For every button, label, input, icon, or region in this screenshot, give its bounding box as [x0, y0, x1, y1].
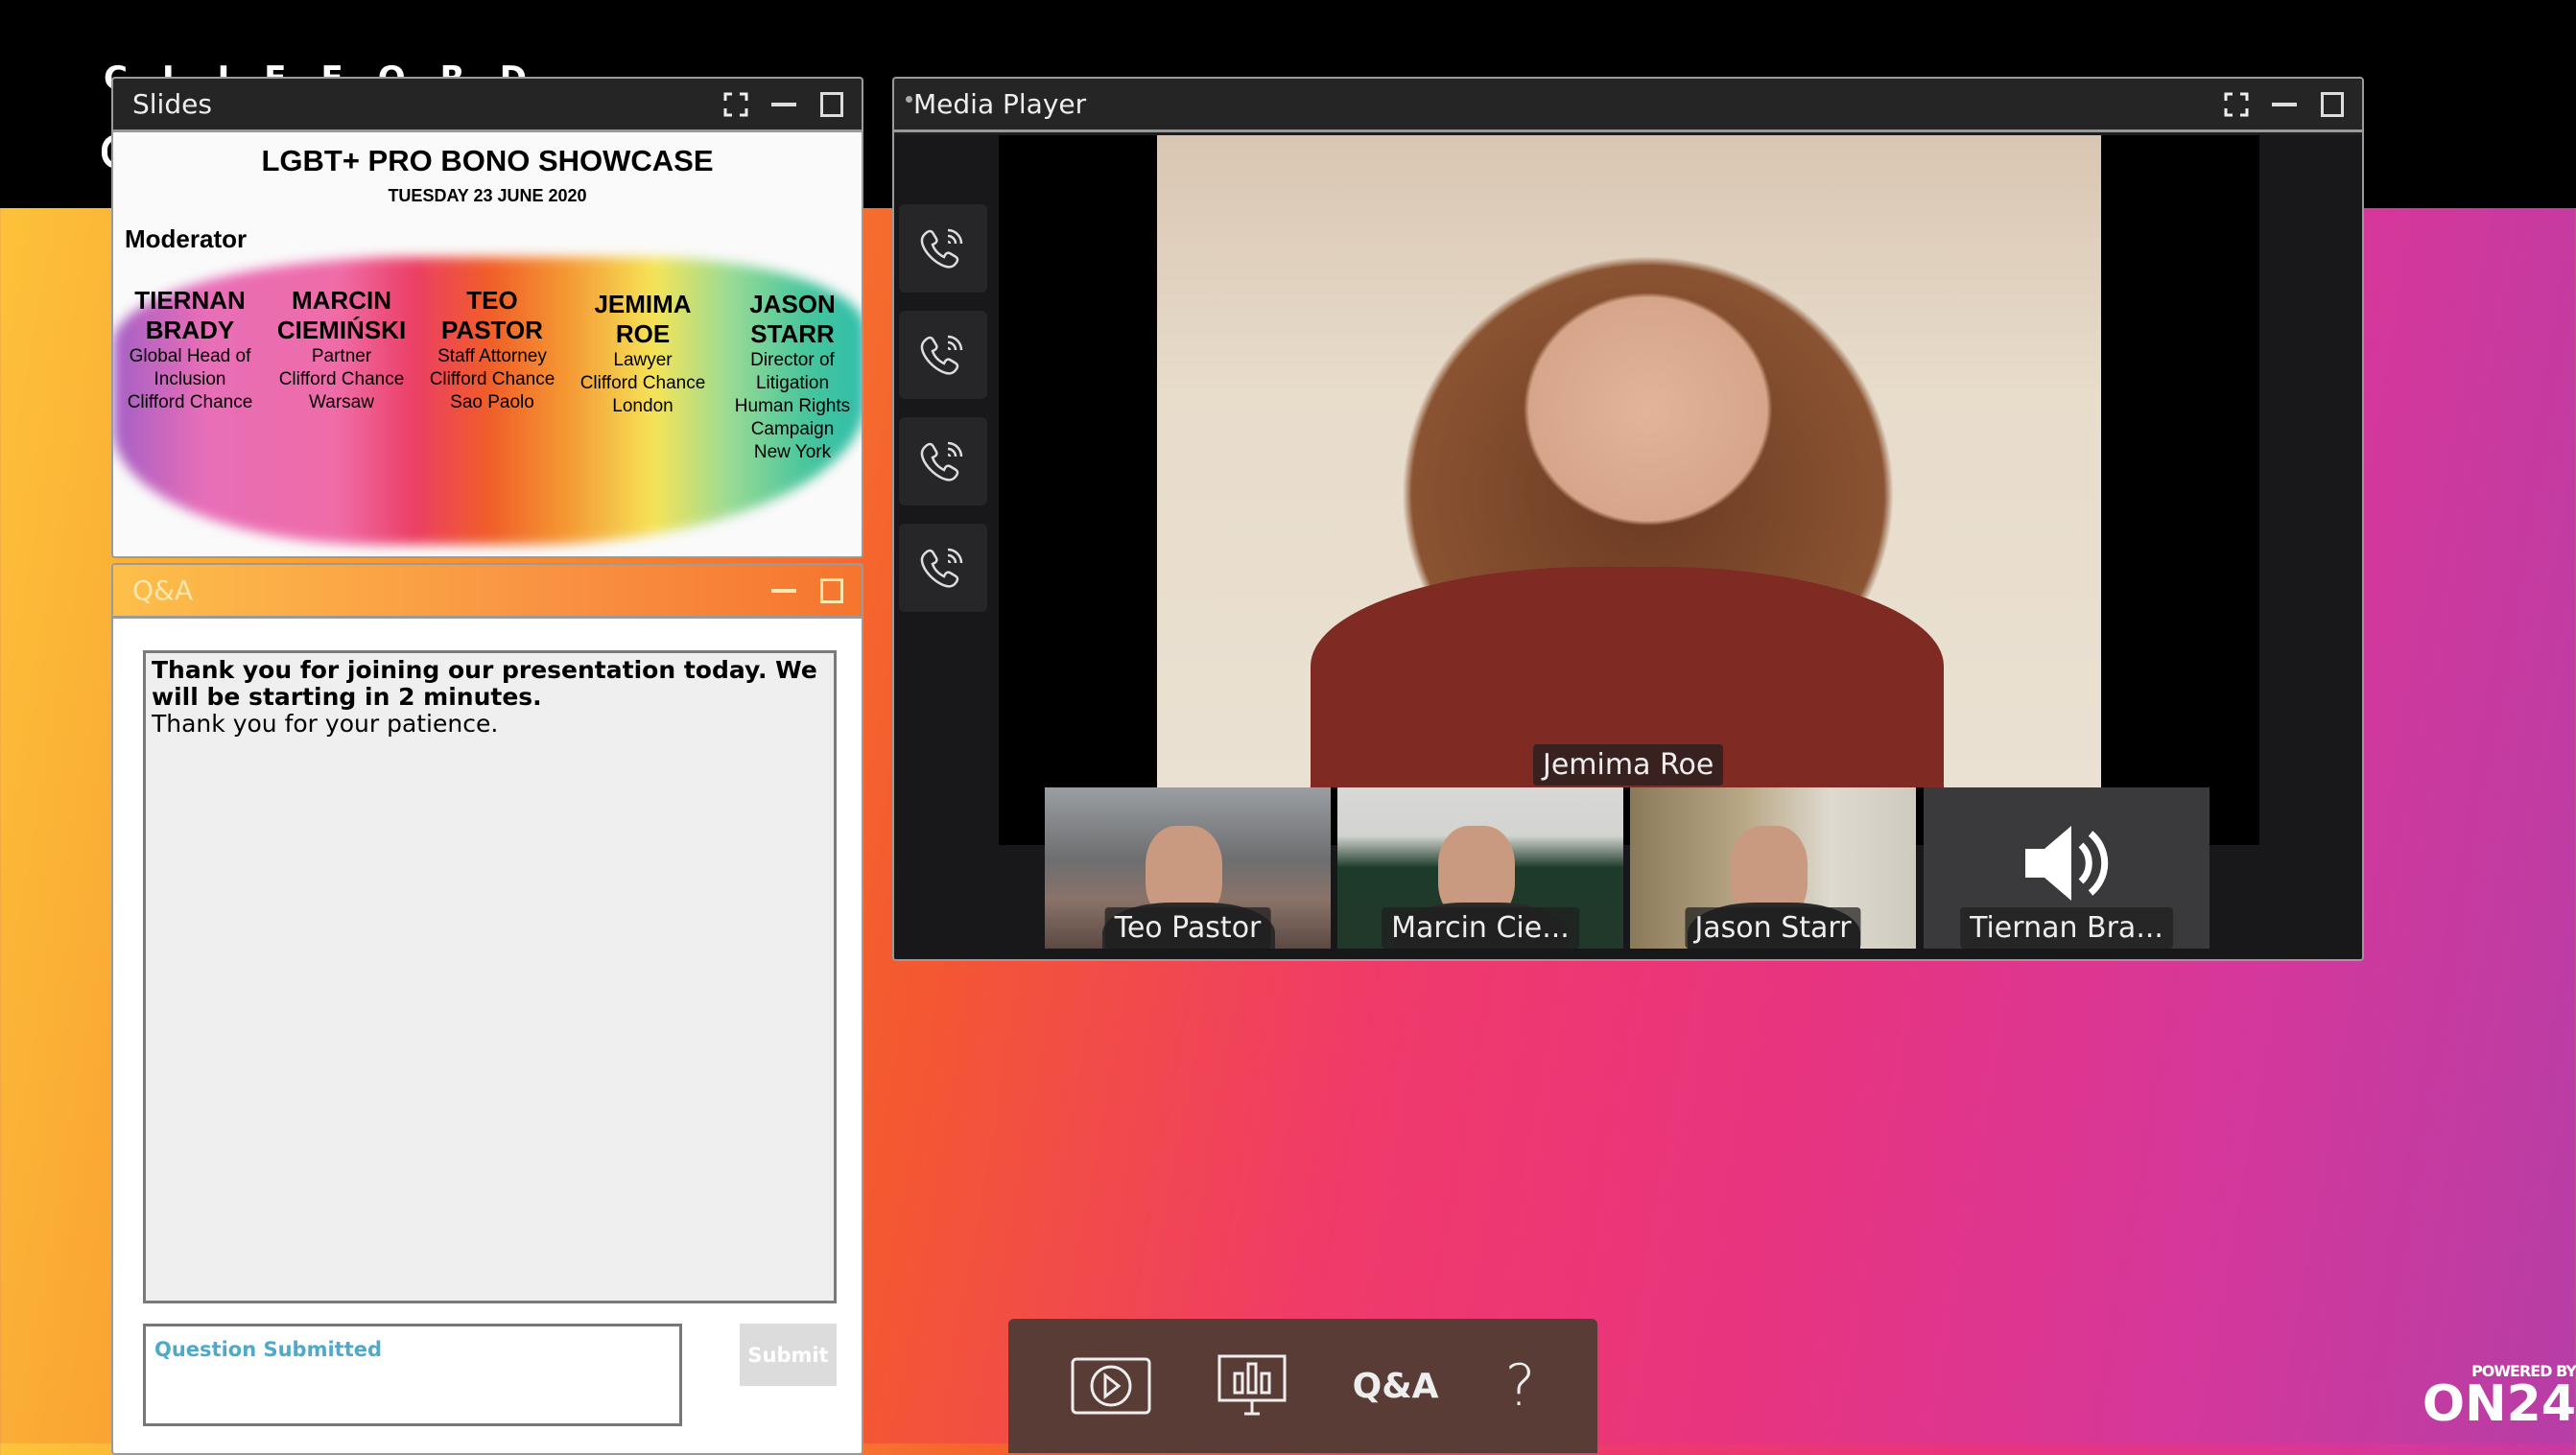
qa-panel: Q&A Thank you for joining our presentati…	[111, 563, 863, 1455]
participant-name: Jason Starr	[1685, 907, 1861, 949]
speaker-role: Warsaw	[309, 392, 374, 412]
slide-heading: LGBT+ PRO BONO SHOWCASE	[261, 144, 714, 177]
qa-title: Q&A	[132, 575, 194, 606]
bottom-toolbar: Q&A ?	[1008, 1319, 1597, 1453]
speaker-role: Partner	[311, 346, 372, 366]
speaker-role: Campaign	[750, 419, 835, 439]
minimize-button[interactable]	[769, 90, 798, 119]
fullscreen-icon[interactable]	[721, 90, 750, 119]
media-title: Media Player	[913, 88, 1087, 120]
speaker-role: Human Rights	[734, 396, 851, 416]
speaker-role: Clifford Chance	[429, 369, 555, 389]
media-player-panel: Media Player Jemima Roe Teo Pastor Marcin…	[892, 77, 2364, 961]
speaker-name: JEMIMA ROE	[594, 290, 692, 348]
minimize-button[interactable]	[2270, 90, 2299, 119]
qa-messages: Thank you for joining our presentation t…	[143, 650, 837, 1303]
speaker-role: New York	[753, 442, 832, 462]
speaker-role: Clifford Chance	[127, 392, 253, 412]
participant-tile[interactable]: Teo Pastor	[1045, 787, 1331, 949]
moderator-label: Moderator	[125, 224, 248, 253]
speaker-role: Global Head of	[129, 346, 251, 366]
video-stage: Jemima Roe	[999, 135, 2259, 845]
maximize-button[interactable]	[2318, 90, 2347, 119]
slides-icon[interactable]	[1217, 1354, 1287, 1418]
video-area: Jemima Roe Teo Pastor Marcin Cie... Jason …	[894, 135, 2362, 959]
qa-toolbar-button[interactable]: Q&A	[1353, 1367, 1439, 1406]
speaker-card: MARCIN CIEMIŃSKI Partner Clifford Chance Wa…	[265, 286, 418, 414]
submit-button[interactable]: Submit	[740, 1324, 837, 1386]
slide-date: TUESDAY 23 JUNE 2020	[388, 186, 587, 205]
slides-header: Slides	[113, 79, 862, 132]
qa-message-bold: Thank you for joining our presentation t…	[152, 656, 817, 711]
phone-call-icon[interactable]	[899, 204, 987, 293]
participant-tile[interactable]: Jason Starr	[1630, 787, 1916, 949]
phone-call-icon[interactable]	[899, 524, 987, 612]
participant-tile[interactable]: Tiernan Bra...	[1924, 787, 2210, 949]
qa-header: Q&A	[113, 565, 862, 619]
question-input[interactable]: Question Submitted	[143, 1324, 682, 1426]
phone-call-icon[interactable]	[899, 311, 987, 399]
speaker-role: Director of	[750, 350, 835, 370]
phone-call-icon[interactable]	[899, 417, 987, 505]
fullscreen-icon[interactable]	[2222, 90, 2251, 119]
slides-panel: Slides LGBT+ PRO BONO SHOWCASE TUESDAY 2…	[111, 77, 863, 558]
minimize-button[interactable]	[769, 576, 798, 605]
qa-message: Thank you for your patience.	[152, 710, 499, 738]
speaker-name: JASON STARR	[749, 290, 836, 348]
participant-name: Teo Pastor	[1104, 907, 1271, 949]
slides-title: Slides	[132, 88, 212, 120]
help-button[interactable]: ?	[1505, 1352, 1536, 1420]
speaker-role: Litigation	[755, 373, 830, 393]
participant-name: Tiernan Bra...	[1960, 907, 2173, 949]
speaker-audio-icon	[2025, 826, 2109, 901]
active-speaker-video: Jemima Roe	[1157, 135, 2101, 787]
slide-content: LGBT+ PRO BONO SHOWCASE TUESDAY 23 JUNE …	[113, 132, 862, 556]
speaker-name: TIERNAN BRADY	[134, 286, 246, 344]
speaker-card: JEMIMA ROE Lawyer Clifford Chance London	[566, 290, 720, 418]
maximize-button[interactable]	[817, 576, 846, 605]
active-speaker-name: Jemima Roe	[1533, 744, 1724, 786]
speaker-role: London	[612, 396, 674, 416]
speaker-card: TIERNAN BRADY Global Head of Inclusion Clif…	[113, 286, 267, 414]
participant-tile[interactable]: Marcin Cie...	[1337, 787, 1623, 949]
on24-logo: POWERED BY ON24	[2422, 1362, 2576, 1433]
participant-name: Marcin Cie...	[1382, 907, 1579, 949]
speaker-name: MARCIN CIEMIŃSKI	[276, 286, 407, 344]
status-dot	[906, 96, 912, 103]
speaker-role: Staff Attorney	[437, 346, 547, 366]
speaker-role: Clifford Chance	[579, 373, 706, 393]
media-header: Media Player	[894, 79, 2362, 132]
speaker-role: Lawyer	[613, 350, 673, 370]
speaker-name: TEO PASTOR	[441, 286, 543, 344]
speaker-role: Sao Paolo	[450, 392, 534, 412]
media-player-icon[interactable]	[1071, 1357, 1151, 1415]
speaker-role: Inclusion	[154, 369, 226, 389]
maximize-button[interactable]	[817, 90, 846, 119]
speaker-role: Clifford Chance	[278, 369, 405, 389]
speaker-card: JASON STARR Director of Litigation Human Ri…	[716, 290, 862, 464]
speaker-card: TEO PASTOR Staff Attorney Clifford Chance S…	[415, 286, 569, 414]
